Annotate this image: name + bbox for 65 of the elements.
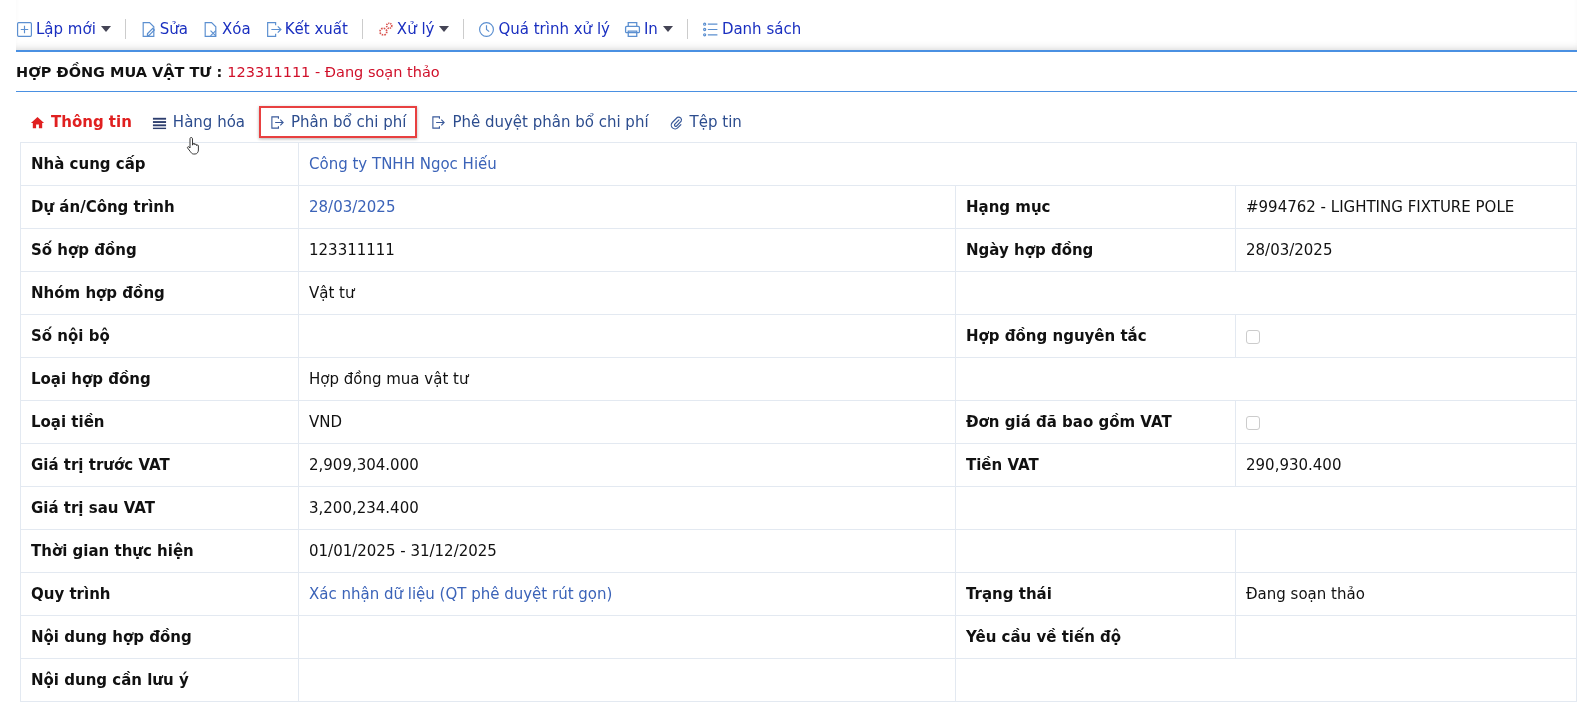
field-value: 3,200,234.400: [298, 486, 956, 530]
field-label: Giá trị sau VAT: [20, 486, 299, 530]
field-value: 28/03/2025: [1235, 228, 1577, 272]
field-label: Loại tiền: [20, 400, 299, 444]
list-icon: [701, 20, 719, 38]
tab[interactable]: Phê duyệt phân bổ chi phí: [425, 106, 655, 138]
export-icon: [431, 114, 447, 130]
gears-icon: [376, 20, 394, 38]
field-label: Dự án/Công trình: [20, 185, 299, 229]
field-label: Hạng mục: [955, 185, 1236, 229]
plus-square-icon: [16, 20, 33, 38]
field-label: Ngày hợp đồng: [955, 228, 1236, 272]
field-label: Yêu cầu về tiến độ: [955, 615, 1236, 659]
field-label: Số nội bộ: [20, 314, 299, 358]
field-value: Hợp đồng mua vật tư: [298, 357, 956, 401]
field-value: 01/01/2025 - 31/12/2025: [298, 529, 956, 573]
field-label: Quy trình: [20, 572, 299, 616]
tab[interactable]: Tệp tin: [662, 106, 748, 138]
caret-icon: [662, 26, 673, 32]
home-icon: [30, 114, 45, 130]
toolbar-button[interactable]: Danh sách: [701, 18, 810, 40]
caret-icon: [439, 26, 450, 32]
caret-icon: [100, 26, 111, 32]
field-value: #994762 - LIGHTING FIXTURE POLE: [1235, 185, 1577, 229]
checkbox[interactable]: [1246, 415, 1260, 430]
record-status: 123311111 - Đang soạn thảo: [227, 64, 440, 80]
toolbar-button[interactable]: Quá trình xử lý: [478, 18, 618, 40]
field-label: Số hợp đồng: [20, 228, 299, 272]
field-label: Nội dung cần lưu ý: [20, 658, 299, 702]
field-label: Thời gian thực hiện: [20, 529, 299, 573]
field-value: Đang soạn thảo: [1235, 572, 1577, 616]
field-value: 2,909,304.000: [298, 443, 956, 487]
field-label: Tiền VAT: [955, 443, 1236, 487]
field-value: Vật tư: [298, 271, 956, 315]
page-title: HỢP ĐỒNG MUA VẬT TƯ :: [16, 64, 223, 80]
export-icon: [270, 114, 285, 130]
printer-icon: [623, 20, 641, 38]
field-label: Loại hợp đồng: [20, 357, 299, 401]
toolbar-button[interactable]: Lập mới: [16, 18, 119, 40]
paperclip-icon: [668, 114, 684, 130]
toolbar-button[interactable]: Kết xuất: [264, 18, 356, 40]
field-label: Giá trị trước VAT: [20, 443, 299, 487]
toolbar-button[interactable]: In: [623, 18, 681, 40]
field-label: Nhóm hợp đồng: [20, 271, 299, 315]
field-link[interactable]: Xác nhận dữ liệu (QT phê duyệt rút gọn): [298, 572, 956, 616]
field-label: Nhà cung cấp: [20, 142, 299, 186]
field-value: 123311111: [298, 228, 956, 272]
toolbar-button[interactable]: Xử lý: [376, 18, 458, 40]
tab[interactable]: Phân bổ chi phí: [259, 106, 418, 138]
tab[interactable]: Thông tin: [24, 106, 138, 138]
clock-icon: [478, 20, 496, 38]
field-label: Nội dung hợp đồng: [20, 615, 299, 659]
export-icon: [264, 20, 282, 38]
field-label: Đơn giá đã bao gồm VAT: [955, 400, 1236, 444]
field-link[interactable]: Công ty TNHH Ngọc Hiếu: [298, 142, 1577, 186]
field-label: Trạng thái: [955, 572, 1236, 616]
field-value: 290,930.400: [1235, 443, 1577, 487]
checkbox[interactable]: [1246, 329, 1260, 344]
toolbar-button[interactable]: Xóa: [202, 18, 259, 40]
field-value: VND: [298, 400, 956, 444]
hand-cursor-icon: [186, 136, 202, 156]
field-link[interactable]: 28/03/2025: [298, 185, 956, 229]
toolbar-button[interactable]: Sửa: [139, 18, 197, 40]
tab[interactable]: Hàng hóa: [145, 106, 251, 138]
field-label: Hợp đồng nguyên tắc: [955, 314, 1236, 358]
